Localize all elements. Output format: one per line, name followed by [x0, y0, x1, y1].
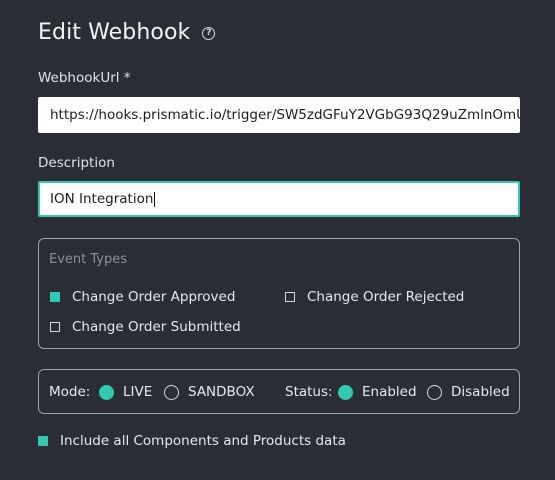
radio-unselected-icon — [164, 384, 179, 400]
help-icon[interactable]: ? — [202, 27, 216, 40]
radio-label: SANDBOX — [188, 384, 255, 400]
webhook-url-input[interactable]: https://hooks.prismatic.io/trigger/SW5zd… — [38, 97, 520, 133]
radio-status-disabled[interactable]: Disabled — [427, 384, 510, 400]
radio-mode-live[interactable]: LIVE — [99, 384, 152, 400]
checkbox-label: Change Order Submitted — [72, 319, 241, 335]
description-input[interactable]: ION Integration — [38, 181, 520, 217]
checkbox-checked-icon — [38, 436, 48, 446]
checkbox-include-all-data[interactable]: Include all Components and Products data — [38, 433, 346, 449]
description-value: ION Integration — [50, 191, 154, 207]
checkbox-change-order-approved[interactable]: Change Order Approved — [50, 289, 235, 305]
event-types-legend: Event Types — [49, 252, 128, 267]
checkbox-unchecked-icon — [50, 322, 60, 332]
radio-label: Enabled — [362, 384, 417, 400]
checkbox-label: Include all Components and Products data — [60, 433, 346, 449]
page-title: Edit Webhook ? — [38, 20, 216, 45]
checkbox-unchecked-icon — [285, 292, 295, 302]
radio-selected-icon — [99, 384, 114, 400]
mode-label-row: Mode: — [49, 384, 90, 400]
status-label: Status: — [285, 384, 333, 400]
status-label-row: Status: — [285, 384, 333, 400]
checkbox-checked-icon — [50, 292, 60, 302]
radio-mode-sandbox[interactable]: SANDBOX — [164, 384, 255, 400]
mode-label: Mode: — [49, 384, 91, 400]
checkbox-change-order-submitted[interactable]: Change Order Submitted — [50, 319, 241, 335]
checkbox-label: Change Order Approved — [72, 289, 236, 305]
text-caret — [154, 191, 156, 207]
radio-label: LIVE — [123, 384, 153, 400]
description-label: Description — [38, 155, 115, 171]
radio-status-enabled[interactable]: Enabled — [338, 384, 417, 400]
webhook-url-value: https://hooks.prismatic.io/trigger/SW5zd… — [50, 107, 520, 123]
radio-unselected-icon — [427, 384, 442, 400]
checkbox-label: Change Order Rejected — [307, 289, 465, 305]
checkbox-change-order-rejected[interactable]: Change Order Rejected — [285, 289, 464, 305]
radio-label: Disabled — [451, 384, 510, 400]
webhook-url-label: WebhookUrl * — [38, 70, 131, 86]
radio-selected-icon — [338, 384, 353, 400]
page-title-text: Edit Webhook — [38, 20, 191, 45]
